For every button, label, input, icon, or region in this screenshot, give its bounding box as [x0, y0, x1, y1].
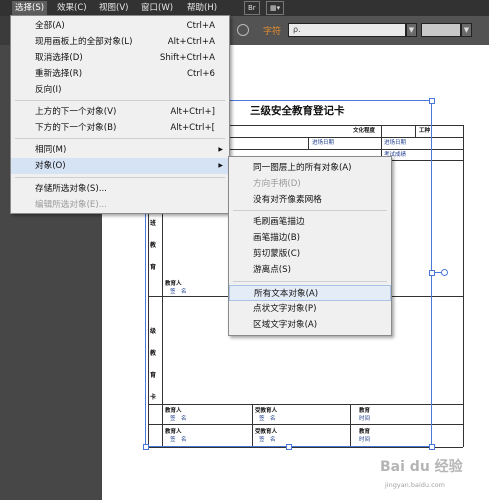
vertical-label-char: 教: [150, 350, 157, 357]
menu-item-next-object-below[interactable]: 下方的下一个对象(B) Alt+Ctrl+[: [11, 120, 229, 136]
submenu-item-area-type-objects[interactable]: 区域文字对象(A): [229, 317, 391, 333]
menu-item-object[interactable]: 对象(O) ▶: [11, 158, 229, 174]
font-style-field[interactable]: [421, 23, 461, 37]
menu-separator: [233, 210, 387, 211]
menu-item-deselect[interactable]: 取消选择(D) Shift+Ctrl+A: [11, 50, 229, 66]
submenu-item-brush-strokes[interactable]: 画笔描边(B): [229, 230, 391, 246]
selection-handle[interactable]: [429, 270, 435, 276]
table-line: [148, 404, 463, 405]
cell-edu-time-label: 教育: [359, 408, 371, 414]
watermark-url: jingyan.baidu.com: [385, 481, 445, 489]
cell-signature-label: 签 名: [259, 437, 276, 443]
cell-signature-label: 签 名: [170, 289, 187, 295]
cell-edu-time-label: 教育: [359, 429, 371, 435]
submenu-item-all-text-objects[interactable]: 所有文本对象(A): [229, 285, 391, 301]
menu-item-inverse[interactable]: 反向(I): [11, 82, 229, 98]
menu-item-next-object-above[interactable]: 上方的下一个对象(V) Alt+Ctrl+]: [11, 104, 229, 120]
cell-date-in-label-2: 进场日期: [384, 140, 407, 146]
table-line: [350, 404, 351, 447]
table-line: [148, 424, 463, 425]
center-point-handle[interactable]: [441, 269, 448, 276]
character-panel-link[interactable]: 字符: [263, 24, 281, 37]
object-submenu: 同一图层上的所有对象(A) 方向手柄(D) 没有对齐像素网格 毛刷画笔描边 画笔…: [228, 156, 392, 336]
menu-separator: [15, 177, 225, 178]
vertical-label-char: 卡: [150, 394, 157, 401]
font-family-dropdown[interactable]: ▼: [406, 23, 417, 37]
submenu-item-not-aligned-to-pixel-grid[interactable]: 没有对齐像素网格: [229, 192, 391, 208]
cell-educator-label: 教育人: [165, 429, 182, 435]
document-title: 三级安全教育登记卡: [250, 105, 345, 117]
vertical-label-char: 教: [150, 242, 157, 249]
menu-item-all-on-active-artboard[interactable]: 现用画板上的全部对象(L) Alt+Ctrl+A: [11, 34, 229, 50]
selection-handle[interactable]: [286, 444, 292, 450]
arrange-documents-button[interactable]: ▦▾: [266, 1, 285, 15]
selection-handle[interactable]: [429, 98, 435, 104]
menu-item-select-all[interactable]: 全部(A) Ctrl+A: [11, 18, 229, 34]
cell-time-label: 时间: [359, 416, 371, 422]
submenu-item-direction-handles: 方向手柄(D): [253, 179, 301, 189]
menu-select[interactable]: 选择(S): [12, 1, 48, 15]
submenu-item-point-type-objects[interactable]: 点状文字对象(P): [229, 301, 391, 317]
menu-item-reselect[interactable]: 重新选择(R) Ctrl+6: [11, 66, 229, 82]
table-line: [308, 137, 309, 149]
menu-view[interactable]: 视图(V): [96, 1, 131, 15]
menu-help[interactable]: 帮助(H): [184, 1, 220, 15]
cell-date-in-label: 进场日期: [312, 140, 335, 146]
submenu-arrow-icon: ▶: [218, 162, 223, 169]
vertical-label-char: 级: [150, 328, 157, 335]
submenu-item-bristle-brush-strokes[interactable]: 毛刷画笔描边: [229, 214, 391, 230]
table-line: [252, 404, 253, 447]
table-line: [463, 125, 464, 447]
selection-handle[interactable]: [143, 444, 149, 450]
table-line: [415, 125, 416, 137]
cell-jobtype-label: 工种: [419, 128, 431, 134]
cell-signature-label: 签 名: [259, 416, 276, 422]
cell-signature-label: 签 名: [170, 416, 187, 422]
cell-time-label: 时间: [359, 437, 371, 443]
vertical-label-char: 育: [150, 372, 157, 379]
menu-separator: [15, 100, 225, 101]
cell-educator-label: 教育人: [165, 281, 182, 287]
watermark-logo: Bai du 经验: [380, 459, 463, 475]
font-style-dropdown[interactable]: ▼: [461, 23, 472, 37]
selection-handle[interactable]: [429, 444, 435, 450]
menu-item-same[interactable]: 相同(M) ▶: [11, 142, 229, 158]
submenu-item-all-on-same-layer[interactable]: 同一图层上的所有对象(A): [229, 160, 391, 176]
menu-separator: [15, 138, 225, 139]
vertical-label-char: 班: [150, 220, 157, 227]
cell-educatee-label: 受教育人: [255, 429, 278, 435]
menu-separator: [233, 281, 387, 282]
menu-item-edit-selection: 编辑所选对象(E)...: [35, 200, 107, 210]
menu-item-save-selection[interactable]: 存储所选对象(S)...: [11, 181, 229, 197]
recolor-icon[interactable]: [237, 24, 249, 36]
submenu-item-stray-points[interactable]: 游离点(S): [229, 262, 391, 278]
table-line: [381, 125, 382, 160]
control-bar: 字符 ρ. ▼ ▼: [230, 16, 489, 46]
cell-signature-label: 签 名: [170, 437, 187, 443]
cell-culture-label: 文化程度: [353, 128, 376, 134]
cell-educator-label: 教育人: [165, 408, 182, 414]
submenu-item-clipping-masks[interactable]: 剪切蒙版(C): [229, 246, 391, 262]
cell-educatee-label: 受教育人: [255, 408, 278, 414]
font-family-field[interactable]: ρ.: [288, 23, 406, 37]
submenu-arrow-icon: ▶: [218, 146, 223, 153]
menu-effect[interactable]: 效果(C): [54, 1, 90, 15]
bridge-button[interactable]: Br: [244, 1, 260, 15]
menu-bar: 选择(S) 效果(C) 视图(V) 窗口(W) 帮助(H) Br ▦▾: [0, 0, 489, 16]
table-line: [148, 447, 463, 448]
menu-window[interactable]: 窗口(W): [138, 1, 176, 15]
select-menu: 全部(A) Ctrl+A 现用画板上的全部对象(L) Alt+Ctrl+A 取消选择…: [10, 15, 230, 214]
vertical-label-char: 育: [150, 264, 157, 271]
